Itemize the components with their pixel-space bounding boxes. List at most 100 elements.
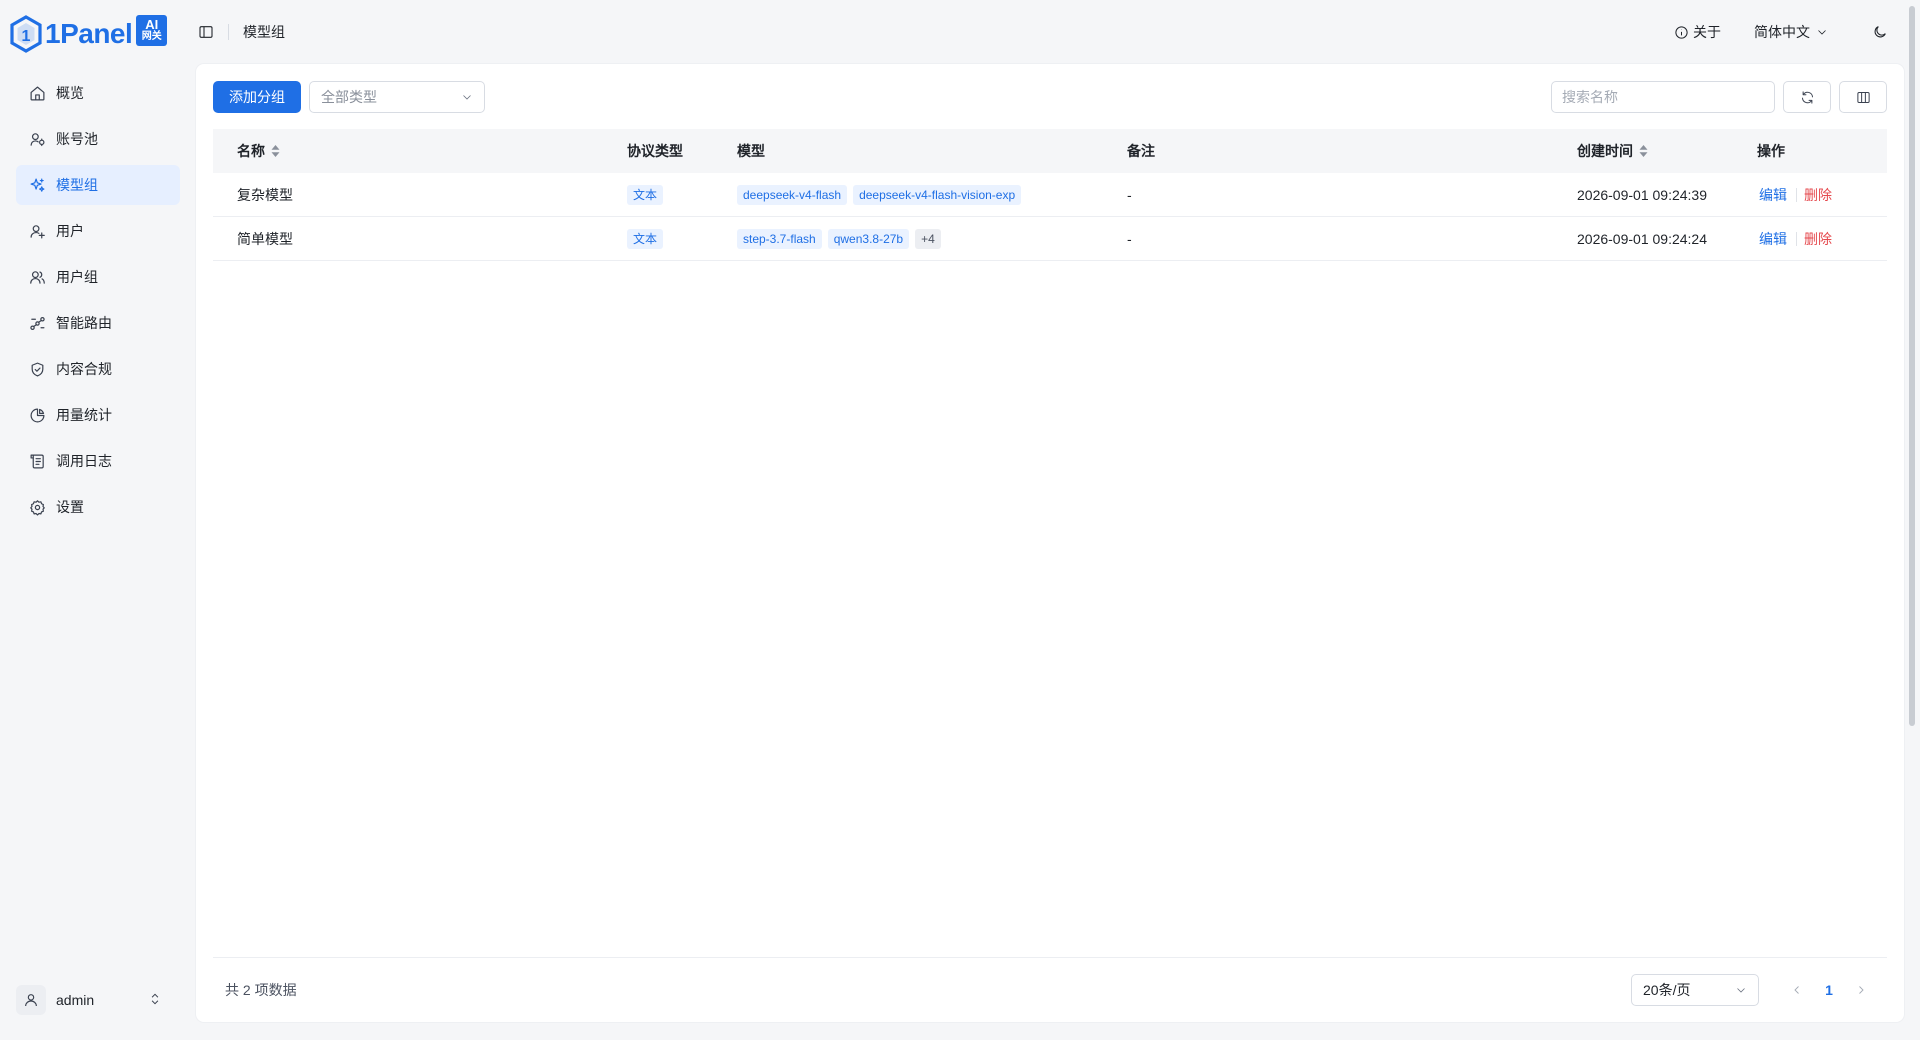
edit-button[interactable]: 编辑 <box>1759 185 1787 205</box>
sidebar-item-label: 内容合规 <box>56 361 112 377</box>
route-icon <box>28 314 46 332</box>
model-tag: step-3.7-flash <box>737 228 822 249</box>
cell-name: 复杂模型 <box>237 186 293 203</box>
sidebar-item-label: 用户组 <box>56 269 98 285</box>
next-page-button[interactable] <box>1847 976 1875 1004</box>
sidebar-item-user-groups[interactable]: 用户组 <box>16 257 180 297</box>
more-models-tag[interactable]: +4 <box>915 228 941 249</box>
user-menu[interactable]: admin <box>16 980 180 1020</box>
sidebar-item-label: 调用日志 <box>56 453 112 469</box>
protocol-tag: 文本 <box>627 184 664 205</box>
cell-ops: 编辑 删除 <box>1757 185 1887 205</box>
brand-logo[interactable]: 1 1Panel AI 网关 <box>9 14 168 54</box>
user-name: admin <box>56 992 95 1008</box>
refresh-icon <box>1801 90 1813 104</box>
app-window: 1 1Panel AI 网关 概览 账号池 模型组 用户 用户组 智能路由 内容… <box>0 0 1920 1040</box>
sidebar-item-label: 用量统计 <box>56 407 112 423</box>
column-header-models: 模型 <box>737 143 765 159</box>
main-panel: 添加分组 全部类型 名称 协议类型 <box>196 64 1904 1022</box>
topbar-actions: 关于 简体中文 <box>1674 0 1920 64</box>
cell-protocol: 文本 <box>627 228 737 249</box>
sidebar-item-overview[interactable]: 概览 <box>16 73 180 113</box>
sidebar-item-settings[interactable]: 设置 <box>16 487 180 527</box>
sidebar-item-label: 设置 <box>56 499 84 515</box>
column-created-label: 创建时间 <box>1577 143 1633 159</box>
add-group-button[interactable]: 添加分组 <box>213 81 301 113</box>
type-filter-value: 全部类型 <box>321 89 377 105</box>
sort-icon[interactable] <box>271 145 280 157</box>
sidebar-item-label: 概览 <box>56 85 84 101</box>
logo-hexagon-icon: 1 <box>10 15 42 53</box>
columns-icon <box>1856 91 1870 103</box>
cell-created: 2026-09-01 09:24:39 <box>1577 186 1707 203</box>
divider <box>1796 231 1797 246</box>
chevron-down-icon <box>1818 30 1826 35</box>
model-tag: deepseek-v4-flash <box>737 184 848 205</box>
sidebar-item-label: 模型组 <box>56 177 98 193</box>
sparkle-icon <box>28 176 46 194</box>
brand-badge-bottom: 网关 <box>141 31 162 42</box>
shield-icon <box>28 360 46 378</box>
delete-button[interactable]: 删除 <box>1804 185 1832 205</box>
model-tag: deepseek-v4-flash-vision-exp <box>853 184 1022 205</box>
account-pool-icon <box>28 130 46 148</box>
toolbar-right <box>1551 81 1887 113</box>
theme-toggle-button[interactable] <box>1872 24 1888 40</box>
cell-note: - <box>1127 186 1132 203</box>
column-header-created[interactable]: 创建时间 <box>1577 141 1757 161</box>
sidebar-item-account-pool[interactable]: 账号池 <box>16 119 180 159</box>
table-header: 名称 协议类型 模型 备注 创建时间 操作 <box>213 129 1887 173</box>
breadcrumb: 模型组 <box>243 24 285 40</box>
sidebar-item-model-group[interactable]: 模型组 <box>16 165 180 205</box>
column-header-name[interactable]: 名称 <box>213 141 627 161</box>
prev-page-button[interactable] <box>1783 976 1811 1004</box>
cell-ops: 编辑 删除 <box>1757 229 1887 249</box>
sidebar-item-content-compliance[interactable]: 内容合规 <box>16 349 180 389</box>
protocol-tag: 文本 <box>627 228 664 249</box>
chevron-left-icon <box>1794 986 1799 994</box>
column-name-label: 名称 <box>237 143 265 159</box>
chevron-down-icon <box>1737 988 1745 993</box>
home-icon <box>28 84 46 102</box>
toolbar: 添加分组 全部类型 <box>213 81 1887 113</box>
page-size-select[interactable]: 20条/页 <box>1631 974 1759 1006</box>
sidebar-item-usage-stats[interactable]: 用量统计 <box>16 395 180 435</box>
column-header-protocol: 协议类型 <box>627 143 683 159</box>
svg-text:1: 1 <box>22 28 31 45</box>
delete-button[interactable]: 删除 <box>1804 229 1832 249</box>
user-add-icon <box>28 222 46 240</box>
edit-button[interactable]: 编辑 <box>1759 229 1787 249</box>
sort-icon[interactable] <box>1639 145 1648 157</box>
chevron-up-down-icon <box>148 992 180 1009</box>
model-group-table: 名称 协议类型 模型 备注 创建时间 操作 复杂模型 文本 deepseek-v… <box>213 129 1887 261</box>
page-number[interactable]: 1 <box>1815 976 1843 1004</box>
model-tag: qwen3.8-27b <box>827 228 910 249</box>
type-filter-select[interactable]: 全部类型 <box>309 81 485 113</box>
log-icon <box>28 452 46 470</box>
moon-icon <box>1874 26 1886 38</box>
topbar: 模型组 关于 简体中文 <box>196 0 1920 64</box>
info-icon <box>1675 25 1688 39</box>
total-count: 共 2 项数据 <box>225 982 297 998</box>
sidebar-item-smart-routing[interactable]: 智能路由 <box>16 303 180 343</box>
refresh-button[interactable] <box>1783 81 1831 113</box>
columns-button[interactable] <box>1839 81 1887 113</box>
sidebar-item-label: 用户 <box>56 223 84 239</box>
about-button[interactable]: 关于 <box>1674 22 1721 42</box>
gear-icon <box>28 498 46 516</box>
sidebar-nav: 概览 账号池 模型组 用户 用户组 智能路由 内容合规 用量统计 调用日志 设置 <box>16 73 180 533</box>
sidebar: 1 1Panel AI 网关 概览 账号池 模型组 用户 用户组 智能路由 内容… <box>0 0 196 1040</box>
window-scrollbar[interactable] <box>1909 6 1915 726</box>
language-label: 简体中文 <box>1754 24 1810 40</box>
sidebar-item-call-logs[interactable]: 调用日志 <box>16 441 180 481</box>
sidebar-toggle-button[interactable] <box>196 22 216 42</box>
cell-models: step-3.7-flash qwen3.8-27b +4 <box>737 228 1127 249</box>
table-footer: 共 2 项数据 20条/页 1 <box>213 974 1887 1006</box>
language-select[interactable]: 简体中文 <box>1754 22 1828 42</box>
sidebar-item-users[interactable]: 用户 <box>16 211 180 251</box>
pie-chart-icon <box>28 406 46 424</box>
avatar <box>16 985 46 1015</box>
cell-protocol: 文本 <box>627 184 737 205</box>
divider <box>1796 187 1797 202</box>
search-input[interactable] <box>1551 81 1775 113</box>
